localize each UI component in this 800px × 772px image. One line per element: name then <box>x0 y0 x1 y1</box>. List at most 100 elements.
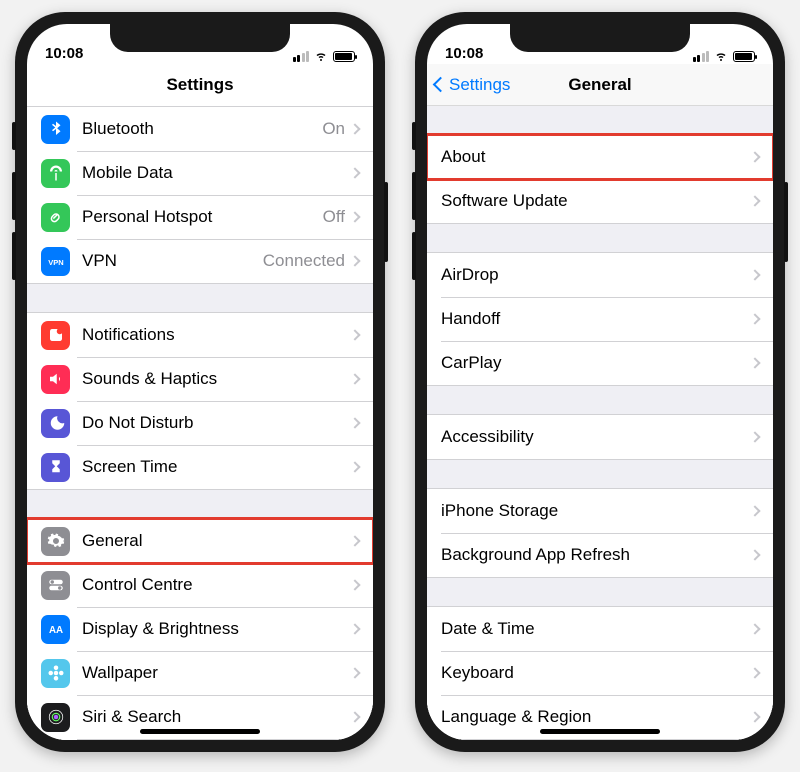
row-label: iPhone Storage <box>441 501 751 521</box>
row-date-time[interactable]: Date & Time <box>427 607 773 651</box>
navbar: Settings <box>27 64 373 106</box>
chevron-right-icon <box>749 357 760 368</box>
row-control-centre[interactable]: Control Centre <box>27 563 373 607</box>
power-button <box>784 182 788 262</box>
row-iphone-storage[interactable]: iPhone Storage <box>427 489 773 533</box>
home-indicator[interactable] <box>140 729 260 734</box>
chevron-right-icon <box>749 623 760 634</box>
signal-icon <box>293 51 310 62</box>
row-label: Control Centre <box>82 575 351 595</box>
volume-down <box>412 232 416 280</box>
chevron-right-icon <box>749 711 760 722</box>
row-bg-refresh[interactable]: Background App Refresh <box>427 533 773 577</box>
row-sounds[interactable]: Sounds & Haptics <box>27 357 373 401</box>
chevron-right-icon <box>349 255 360 266</box>
row-label: Handoff <box>441 309 751 329</box>
settings-list[interactable]: BluetoothOn Mobile Data Personal HotspotOf… <box>27 106 373 740</box>
row-label: Accessibility <box>441 427 751 447</box>
row-faceid[interactable]: Face ID & Passcode <box>27 739 373 740</box>
chevron-right-icon <box>349 329 360 340</box>
row-label: Siri & Search <box>82 707 351 727</box>
chevron-right-icon <box>749 505 760 516</box>
home-indicator[interactable] <box>540 729 660 734</box>
sounds-icon <box>41 365 70 394</box>
row-label: Personal Hotspot <box>82 207 323 227</box>
row-notifications[interactable]: Notifications <box>27 313 373 357</box>
siri-icon <box>41 703 70 732</box>
chevron-right-icon <box>349 417 360 428</box>
status-time: 10:08 <box>445 45 483 62</box>
back-label: Settings <box>449 75 510 95</box>
chevron-right-icon <box>749 269 760 280</box>
row-label: Bluetooth <box>82 119 322 139</box>
row-label: AirDrop <box>441 265 751 285</box>
row-label: Notifications <box>82 325 351 345</box>
row-value: Connected <box>263 251 345 271</box>
vpn-icon <box>41 247 70 276</box>
row-general[interactable]: General <box>27 519 373 563</box>
chevron-right-icon <box>349 461 360 472</box>
general-list[interactable]: About Software Update AirDrop Handoff CarPla… <box>427 106 773 740</box>
row-airdrop[interactable]: AirDrop <box>427 253 773 297</box>
row-vpn[interactable]: VPNConnected <box>27 239 373 283</box>
bluetooth-icon <box>41 115 70 144</box>
chevron-right-icon <box>749 195 760 206</box>
row-wallpaper[interactable]: Wallpaper <box>27 651 373 695</box>
back-button[interactable]: Settings <box>435 64 510 105</box>
row-bluetooth[interactable]: BluetoothOn <box>27 107 373 151</box>
row-about[interactable]: About <box>427 135 773 179</box>
signal-icon <box>693 51 710 62</box>
row-value: Off <box>323 207 345 227</box>
power-button <box>384 182 388 262</box>
chevron-left-icon <box>433 77 449 93</box>
chevron-right-icon <box>349 667 360 678</box>
row-mobile-data[interactable]: Mobile Data <box>27 151 373 195</box>
cellular-icon <box>41 159 70 188</box>
battery-icon <box>333 51 355 62</box>
wifi-icon <box>313 50 329 62</box>
volume-up <box>12 172 16 220</box>
switches-icon <box>41 571 70 600</box>
row-label: General <box>82 531 351 551</box>
page-title: Settings <box>166 75 233 95</box>
row-label: Mobile Data <box>82 163 351 183</box>
row-screentime[interactable]: Screen Time <box>27 445 373 489</box>
row-carplay[interactable]: CarPlay <box>427 341 773 385</box>
chevron-right-icon <box>349 373 360 384</box>
chevron-right-icon <box>349 623 360 634</box>
mute-switch <box>12 122 16 150</box>
row-label: Sounds & Haptics <box>82 369 351 389</box>
row-display[interactable]: Display & Brightness <box>27 607 373 651</box>
row-label: Wallpaper <box>82 663 351 683</box>
status-time: 10:08 <box>45 45 83 62</box>
moon-icon <box>41 409 70 438</box>
chevron-right-icon <box>349 211 360 222</box>
link-icon <box>41 203 70 232</box>
row-label: Background App Refresh <box>441 545 751 565</box>
row-dictionary[interactable]: Dictionary <box>427 739 773 740</box>
row-value: On <box>322 119 345 139</box>
notch <box>510 24 690 52</box>
battery-icon <box>733 51 755 62</box>
wifi-icon <box>713 50 729 62</box>
row-label: About <box>441 147 751 167</box>
row-label: Do Not Disturb <box>82 413 351 433</box>
row-hotspot[interactable]: Personal HotspotOff <box>27 195 373 239</box>
row-label: Language & Region <box>441 707 751 727</box>
row-software-update[interactable]: Software Update <box>427 179 773 223</box>
row-accessibility[interactable]: Accessibility <box>427 415 773 459</box>
row-handoff[interactable]: Handoff <box>427 297 773 341</box>
notch <box>110 24 290 52</box>
row-label: Keyboard <box>441 663 751 683</box>
phone-right: 10:08 Settings General About Software Upd… <box>415 12 785 752</box>
row-label: Date & Time <box>441 619 751 639</box>
chevron-right-icon <box>749 313 760 324</box>
phone-left: 10:08 Settings BluetoothOn Mobile Data Per… <box>15 12 385 752</box>
volume-up <box>412 172 416 220</box>
gear-icon <box>41 527 70 556</box>
chevron-right-icon <box>349 579 360 590</box>
row-label: CarPlay <box>441 353 751 373</box>
row-dnd[interactable]: Do Not Disturb <box>27 401 373 445</box>
page-title: General <box>568 75 631 95</box>
row-keyboard[interactable]: Keyboard <box>427 651 773 695</box>
